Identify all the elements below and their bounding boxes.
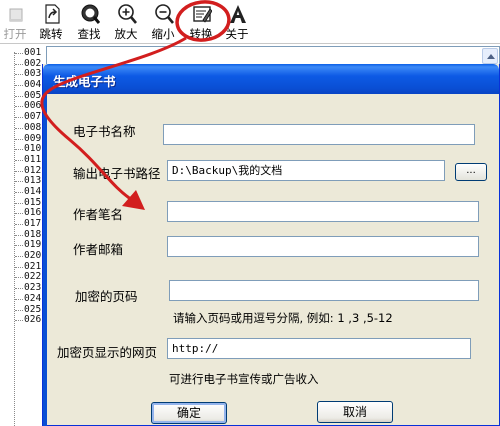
list-item-number: 023 bbox=[24, 282, 42, 294]
list-item-number: 021 bbox=[24, 260, 42, 272]
list-item-number: 025 bbox=[24, 303, 42, 315]
jump-button[interactable]: 跳转 bbox=[32, 2, 70, 42]
list-item-number: 009 bbox=[24, 132, 42, 144]
encrypted-pages-input[interactable] bbox=[169, 280, 479, 301]
list-item-number: 002 bbox=[24, 57, 42, 69]
tree-branch bbox=[15, 320, 23, 322]
tree-branch bbox=[15, 245, 23, 247]
convert-icon bbox=[193, 6, 212, 23]
jump-icon bbox=[45, 4, 60, 24]
tree-branch bbox=[15, 202, 23, 204]
tree-branch bbox=[15, 127, 23, 129]
about-button[interactable]: 关于 bbox=[218, 2, 256, 42]
tree-branch bbox=[15, 95, 23, 97]
tree-branch bbox=[15, 159, 23, 161]
tree-branch bbox=[15, 85, 23, 87]
ok-button[interactable]: 确定 bbox=[151, 402, 227, 424]
browse-button[interactable]: ... bbox=[455, 163, 487, 181]
encrypted-page-url-label: 加密页显示的网页 bbox=[57, 345, 158, 360]
content-listbox[interactable] bbox=[46, 46, 500, 66]
list-item-number: 020 bbox=[24, 250, 42, 262]
tree-branch bbox=[15, 117, 23, 119]
list-item-number: 022 bbox=[24, 271, 42, 283]
tree-branch bbox=[15, 74, 23, 76]
list-item-number: 014 bbox=[24, 185, 42, 197]
find-label: 查找 bbox=[77, 27, 101, 41]
tree-branch bbox=[15, 298, 23, 300]
encrypted-page-url-input[interactable]: http:// bbox=[167, 338, 471, 359]
tree-branch bbox=[15, 181, 23, 183]
tree-branch bbox=[15, 170, 23, 172]
list-item-number: 017 bbox=[24, 218, 42, 229]
list-item-number: 013 bbox=[24, 175, 42, 187]
list-item-number: 019 bbox=[24, 239, 42, 251]
dialog-titlebar[interactable]: 生成电子书 bbox=[43, 64, 499, 94]
output-path-label: 输出电子书路径 bbox=[73, 166, 161, 181]
author-pen-name-input[interactable] bbox=[167, 201, 479, 222]
tree-branch bbox=[15, 149, 23, 151]
encrypted-pages-label: 加密的页码 bbox=[75, 289, 138, 304]
zoom-in-label: 放大 bbox=[114, 27, 138, 41]
list-item-number: 001 bbox=[24, 47, 42, 58]
toolbar: 打开 跳转 查找 放大 缩小 转换 关于 bbox=[0, 0, 500, 44]
list-item-number: 008 bbox=[24, 121, 42, 133]
convert-button[interactable]: 转换 bbox=[182, 2, 220, 42]
list-item-number: 003 bbox=[24, 68, 42, 80]
page-list: 001 002 003 004 005 006 007 008 009 010 011 012 013 0… bbox=[0, 47, 46, 326]
zoom-out-button[interactable]: 缩小 bbox=[144, 2, 182, 42]
tree-branch bbox=[15, 53, 23, 54]
ebook-name-label: 电子书名称 bbox=[73, 124, 136, 139]
convert-label: 转换 bbox=[189, 27, 213, 41]
list-item-number: 007 bbox=[24, 111, 42, 123]
about-icon bbox=[230, 5, 246, 23]
list-item-number: 015 bbox=[24, 196, 42, 208]
cancel-button[interactable]: 取消 bbox=[317, 401, 393, 423]
list-item-number: 016 bbox=[24, 207, 42, 219]
encrypted-pages-hint: 请输入页码或用逗号分隔, 例如: 1 ,3 ,5-12 bbox=[173, 311, 393, 325]
tree-branch bbox=[15, 256, 23, 258]
about-label: 关于 bbox=[225, 27, 249, 41]
tree-branch bbox=[15, 266, 23, 268]
find-button[interactable]: 查找 bbox=[70, 2, 108, 42]
list-item-number: 005 bbox=[24, 89, 42, 101]
scroll-up-arrow[interactable] bbox=[482, 48, 498, 64]
tree-branch bbox=[15, 234, 23, 236]
tree-branch bbox=[15, 309, 23, 311]
list-item-number: 011 bbox=[24, 153, 42, 165]
tree-branch bbox=[15, 63, 23, 65]
tree-branch bbox=[15, 288, 23, 290]
list-item-number: 012 bbox=[24, 164, 42, 176]
ebook-name-input[interactable] bbox=[163, 124, 475, 145]
generate-ebook-dialog: 生成电子书 电子书名称 输出电子书路径 D:\Backup\我的文档 ... 作… bbox=[42, 64, 500, 426]
encrypted-page-url-hint: 可进行电子书宣传或广告收入 bbox=[169, 372, 319, 386]
tree-branch bbox=[15, 224, 23, 225]
dialog-title: 生成电子书 bbox=[53, 74, 116, 89]
list-item-number: 026 bbox=[24, 314, 42, 326]
list-item-number: 004 bbox=[24, 79, 42, 91]
zoom-out-label: 缩小 bbox=[151, 27, 175, 41]
output-path-input[interactable]: D:\Backup\我的文档 bbox=[167, 160, 445, 181]
tree-branch bbox=[15, 277, 23, 279]
open-label: 打开 bbox=[3, 27, 27, 41]
find-icon bbox=[81, 4, 100, 24]
author-pen-name-label: 作者笔名 bbox=[73, 207, 124, 222]
list-item-number: 010 bbox=[24, 143, 42, 155]
open-icon bbox=[9, 8, 23, 22]
list-item[interactable]: 026 bbox=[0, 314, 46, 326]
zoom-out-icon bbox=[155, 4, 174, 24]
tree-branch bbox=[15, 138, 23, 140]
zoom-in-button[interactable]: 放大 bbox=[107, 2, 145, 42]
zoom-in-icon bbox=[118, 4, 137, 24]
tree-branch bbox=[15, 213, 23, 215]
list-item-number: 006 bbox=[24, 100, 42, 112]
author-email-input[interactable] bbox=[167, 236, 479, 257]
author-email-label: 作者邮箱 bbox=[73, 242, 124, 257]
jump-label: 跳转 bbox=[39, 27, 63, 41]
list-item-number: 024 bbox=[24, 292, 42, 304]
dialog-frame-left bbox=[43, 94, 47, 426]
tree-branch bbox=[15, 106, 23, 108]
open-button[interactable]: 打开 bbox=[0, 2, 34, 42]
tree-branch bbox=[15, 191, 23, 193]
list-item-number: 018 bbox=[24, 228, 42, 240]
